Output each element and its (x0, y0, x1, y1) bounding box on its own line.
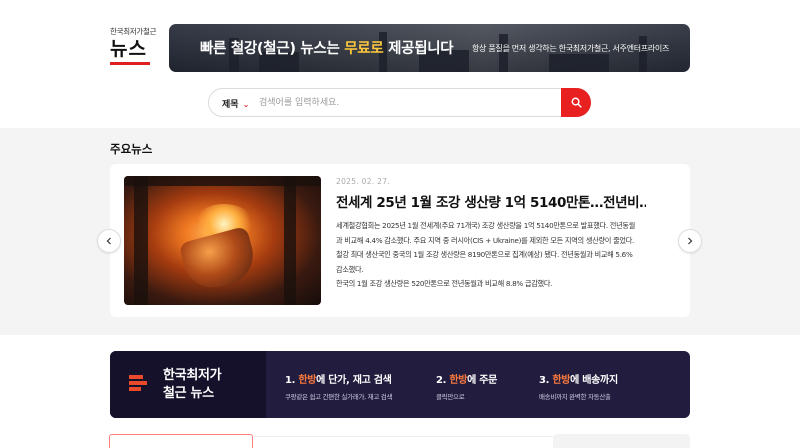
promo-step-3: 3. 한방에 배송까지 배송비까지 완벽한 자동산출 (539, 371, 618, 401)
step-description: 배송비까지 완벽한 자동산출 (539, 393, 611, 401)
step-number: 3. (539, 375, 553, 386)
search-icon (571, 97, 582, 108)
news-thumbnail[interactable] (124, 176, 321, 305)
banner-text-2: 제공됩니다 (383, 41, 454, 57)
factory-building (549, 54, 609, 72)
search-bar: 제목 ⌄ (208, 88, 591, 117)
site-logo[interactable]: 한국최저가철근 뉴스 (110, 26, 157, 65)
company-logo-icon (129, 375, 147, 391)
news-paragraph: 세계철강협회는 2025년 1월 전세계(주요 71개국) 조강 생산량을 1억… (336, 221, 636, 245)
chevron-down-icon: ⌄ (242, 100, 250, 109)
chevron-left-icon (106, 237, 111, 245)
step-text: 에 주문 (467, 375, 498, 386)
step-highlight: 한방 (298, 375, 317, 386)
logo-title: 뉴스 (110, 38, 147, 60)
news-date: 2025. 02. 27. (336, 177, 390, 186)
promo-title-line: 철근 뉴스 (163, 386, 214, 401)
step-highlight: 한방 (552, 375, 571, 386)
logo-underline (110, 62, 150, 65)
page: 한국최저가철근 뉴스 빠른 철강(철근) 뉴스는 무료로 제공됩니다 항상 품질… (0, 0, 800, 448)
step-number: 1. (285, 375, 299, 386)
banner-subtext: 항상 품질을 먼저 생각하는 한국최저가철근, 서주엔터프라이즈 (472, 44, 670, 53)
promo-step-1: 1. 한방에 단가, 재고 검색 쿠팡같은 쉽고 간편한 실가래가, 재고 검색 (285, 371, 392, 401)
promo-banner[interactable]: 빠른 철강(철근) 뉴스는 무료로 제공됩니다 항상 품질을 먼저 생각하는 한… (169, 24, 690, 72)
side-panel (553, 434, 690, 448)
search-button[interactable] (561, 88, 591, 117)
carousel-prev-button[interactable] (97, 229, 121, 253)
search-type-select[interactable]: 제목 ⌄ (222, 97, 249, 110)
banner-text-1: 빠른 철강(철근) 뉴스는 (200, 41, 345, 57)
logo-subtitle: 한국최저가철근 (110, 27, 157, 36)
search-input[interactable] (259, 95, 539, 111)
ladle-shape (178, 225, 260, 295)
steel-beam (284, 176, 296, 305)
factory-chimney (639, 36, 647, 72)
banner-headline: 빠른 철강(철근) 뉴스는 무료로 제공됩니다 (200, 37, 454, 58)
news-paragraph: 철강 최대 생산국인 중국의 1월 조강 생산량은 8190만톤으로 집계(예상… (336, 250, 633, 274)
tab-divider (253, 436, 553, 437)
step-text: 에 단가, 재고 검색 (316, 375, 392, 386)
carousel-next-button[interactable] (678, 229, 702, 253)
news-body: 세계철강협회는 2025년 1월 전세계(주요 71개국) 조강 생산량을 1억… (336, 219, 636, 292)
promo-title: 한국최저가 철근 뉴스 (163, 367, 222, 403)
section-title: 주요뉴스 (110, 142, 153, 156)
step-number: 2. (436, 375, 450, 386)
promo-title-line: 한국최저가 (163, 368, 222, 383)
chevron-right-icon (688, 237, 693, 245)
step-highlight: 한방 (449, 375, 468, 386)
search-type-label: 제목 (222, 100, 239, 110)
steel-beam (134, 176, 148, 305)
tab-active[interactable] (109, 434, 253, 448)
banner-highlight: 무료로 (344, 41, 384, 57)
step-description: 쿠팡같은 쉽고 간편한 실가래가, 재고 검색 (285, 393, 393, 401)
step-text: 에 배송까지 (570, 375, 618, 386)
step-description: 클릭만으로 (436, 393, 465, 401)
promo-step-2: 2. 한방에 주문 클릭만으로 (436, 371, 497, 401)
promo-strip[interactable]: 한국최저가 철근 뉴스 1. 한방에 단가, 재고 검색 쿠팡같은 쉽고 간편한… (110, 351, 690, 418)
news-headline[interactable]: 전세계 25년 1월 조강 생산량 1억 5140만톤…전년비… (336, 191, 646, 211)
news-paragraph: 한국의 1월 조강 생산량은 520만톤으로 전년동월과 비교해 8.8% 급감… (336, 279, 553, 288)
